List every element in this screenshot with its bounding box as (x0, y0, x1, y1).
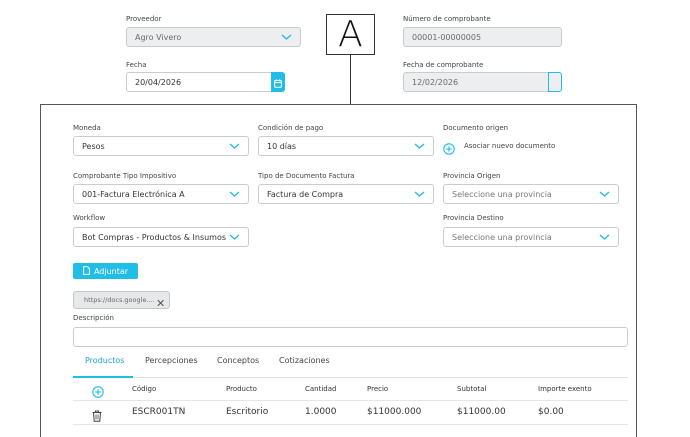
tabs-divider (73, 377, 628, 378)
documento-origen-label: Documento origen (443, 124, 509, 132)
cell-producto: Escritorio (226, 407, 269, 417)
chevron-down-icon (414, 190, 425, 198)
cell-cantidad: 1.0000 (305, 407, 337, 417)
proveedor-select[interactable]: Agro Vivero (126, 27, 301, 47)
numero-comprobante-field[interactable]: 00001-00000005 (403, 27, 562, 47)
workflow-label: Workflow (73, 214, 106, 222)
annotation-tag: A (326, 14, 375, 55)
file-icon (83, 265, 90, 277)
comprobante-tipo-value: 001-Factura Electrónica A (82, 189, 185, 199)
condicion-pago-value: 10 días (267, 141, 297, 151)
fecha-input[interactable]: 20/04/2026 (126, 72, 272, 92)
descripcion-label: Descripción (73, 314, 114, 322)
tipo-documento-label: Tipo de Documento Factura (258, 172, 355, 180)
chevron-down-icon (414, 142, 425, 150)
tab-productos[interactable]: Productos (85, 356, 124, 365)
cell-subtotal: $11000.00 (457, 407, 506, 417)
cell-codigo: ESCR001TN (132, 407, 186, 417)
chevron-down-icon (281, 33, 292, 41)
condicion-pago-label: Condición de pago (258, 124, 324, 132)
provincia-origen-placeholder: Seleccione una provincia (452, 189, 552, 199)
proveedor-label: Proveedor (126, 15, 162, 23)
moneda-select[interactable]: Pesos (73, 136, 249, 156)
column-header-subtotal: Subtotal (457, 385, 487, 393)
fecha-value: 20/04/2026 (135, 77, 182, 87)
adjuntar-button[interactable]: Adjuntar (73, 263, 138, 279)
tab-cotizaciones[interactable]: Cotizaciones (279, 356, 330, 365)
condicion-pago-select[interactable]: 10 días (258, 136, 434, 156)
asociar-documento-label: Asociar nuevo documento (464, 142, 556, 150)
numero-comprobante-label: Número de comprobante (403, 15, 491, 23)
tipo-documento-select[interactable]: Factura de Compra (258, 184, 434, 204)
column-header-cantidad: Cantidad (305, 385, 337, 393)
descripcion-input[interactable] (73, 327, 628, 347)
fecha-calendar-button[interactable] (271, 72, 285, 92)
chevron-down-icon (229, 233, 240, 241)
add-row-icon[interactable] (92, 383, 104, 398)
workflow-value: Bot Compras - Productos & Insumos (82, 232, 227, 242)
fecha-comprobante-label: Fecha de comprobante (403, 61, 484, 69)
chevron-down-icon (599, 190, 610, 198)
close-icon[interactable]: ✕ (156, 298, 165, 309)
provincia-destino-label: Provincia Destino (443, 214, 504, 222)
provincia-origen-select[interactable]: Seleccione una provincia (443, 184, 619, 204)
provincia-destino-placeholder: Seleccione una provincia (452, 232, 552, 242)
header-divider (73, 400, 628, 401)
annotation-connector (350, 55, 351, 105)
row-divider (73, 424, 628, 425)
cell-importe-exento: $0.00 (538, 407, 564, 417)
proveedor-value: Agro Vivero (135, 32, 182, 42)
provincia-destino-select[interactable]: Seleccione una provincia (443, 227, 619, 247)
attachment-link[interactable]: https://docs.google.... (84, 296, 155, 304)
adjuntar-label: Adjuntar (93, 266, 129, 276)
moneda-value: Pesos (82, 141, 105, 151)
tab-conceptos[interactable]: Conceptos (217, 356, 259, 365)
comprobante-tipo-label: Comprobante Tipo Impositivo (73, 172, 177, 180)
column-header-precio: Precio (367, 385, 389, 393)
chevron-down-icon (599, 233, 610, 241)
column-header-producto: Producto (226, 385, 257, 393)
tab-percepciones[interactable]: Percepciones (145, 356, 198, 365)
column-header-codigo: Código (132, 385, 157, 393)
column-header-importe-exento: Importe exento (538, 385, 592, 393)
add-circle-icon (443, 140, 455, 155)
chevron-down-icon (229, 142, 240, 150)
fecha-label: Fecha (126, 61, 147, 69)
fecha-comprobante-input[interactable]: 12/02/2026 (403, 72, 549, 92)
asociar-documento-button[interactable]: Asociar nuevo documento (443, 140, 556, 155)
active-tab-indicator (73, 376, 133, 378)
tipo-documento-value: Factura de Compra (267, 189, 344, 199)
fecha-comprobante-calendar-button[interactable] (548, 72, 562, 92)
calendar-icon (274, 73, 282, 92)
provincia-origen-label: Provincia Origen (443, 172, 501, 180)
fecha-comprobante-value: 12/02/2026 (412, 77, 459, 87)
comprobante-tipo-select[interactable]: 001-Factura Electrónica A (73, 184, 249, 204)
cell-precio: $11000.000 (367, 407, 422, 417)
numero-comprobante-value: 00001-00000005 (412, 32, 482, 42)
moneda-label: Moneda (73, 124, 101, 132)
chevron-down-icon (229, 190, 240, 198)
workflow-select[interactable]: Bot Compras - Productos & Insumos (73, 227, 249, 247)
